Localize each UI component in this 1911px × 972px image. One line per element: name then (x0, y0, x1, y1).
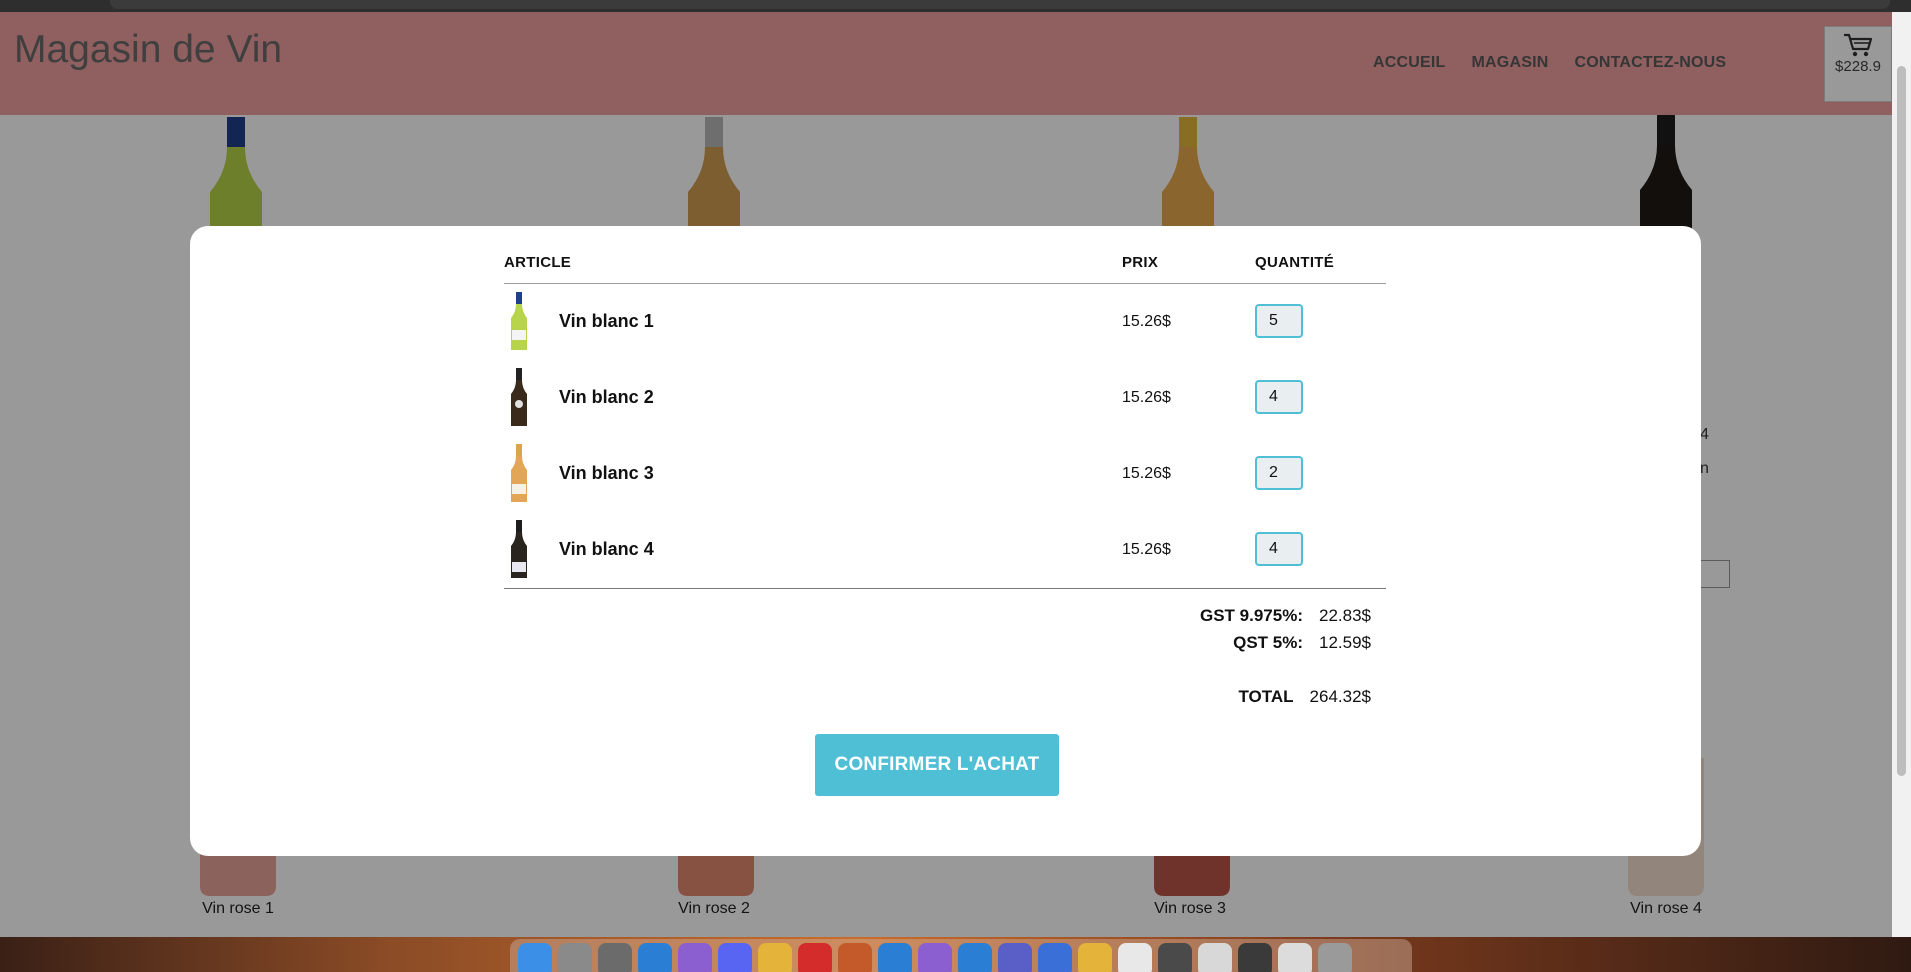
archive-icon[interactable] (838, 943, 872, 972)
trash-icon[interactable] (1318, 943, 1352, 972)
quantity-input[interactable] (1255, 304, 1303, 338)
header-quantity: QUANTITÉ (1255, 254, 1335, 271)
scrollbar-thumb[interactable] (1897, 66, 1906, 776)
wine-thumbnail (511, 520, 527, 578)
qst-label: QST 5%: (1233, 633, 1303, 652)
item-price: 15.26$ (1122, 313, 1171, 330)
vscode-icon-3[interactable] (958, 943, 992, 972)
chrome-icon[interactable] (758, 943, 792, 972)
item-price: 15.26$ (1122, 541, 1171, 558)
item-name: Vin blanc 1 (559, 311, 654, 331)
cart-table: ARTICLE PRIX QUANTITÉ Vin blanc 1 15.26$ (504, 250, 1386, 589)
cart-row: Vin blanc 2 15.26$ (504, 360, 1386, 436)
item-name: Vin blanc 2 (559, 387, 654, 407)
window-thumb-icon-4[interactable] (1278, 943, 1312, 972)
cart-modal: ARTICLE PRIX QUANTITÉ Vin blanc 1 15.26$ (190, 226, 1701, 856)
total-line: TOTAL 264.32$ (1238, 687, 1371, 707)
macos-dock (510, 939, 1412, 972)
header-price: PRIX (1122, 254, 1159, 271)
nordvpn-icon[interactable] (1038, 943, 1072, 972)
visual-studio-icon-2[interactable] (918, 943, 952, 972)
item-price: 15.26$ (1122, 465, 1171, 482)
browser-tab-strip (110, 0, 1890, 9)
acrobat-icon[interactable] (798, 943, 832, 972)
header-article: ARTICLE (504, 254, 572, 271)
qst-value: 12.59$ (1319, 633, 1371, 652)
item-name: Vin blanc 4 (559, 539, 654, 559)
total-value: 264.32$ (1309, 687, 1371, 706)
gst-label: GST 9.975%: (1200, 606, 1303, 625)
wine-thumbnail (511, 368, 527, 426)
cart-row: Vin blanc 4 15.26$ (504, 512, 1386, 588)
item-name: Vin blanc 3 (559, 463, 654, 483)
window-thumb-icon[interactable] (1158, 943, 1192, 972)
page-viewport: Magasin de Vin ACCUEIL MAGASIN CONTACTEZ… (0, 12, 1892, 937)
cart-rows: Vin blanc 1 15.26$ Vin blanc 2 15.26$ (504, 284, 1386, 589)
teams-icon[interactable] (998, 943, 1032, 972)
quantity-input[interactable] (1255, 532, 1303, 566)
qst-line: QST 5%: 12.59$ (1233, 633, 1371, 653)
notes-icon[interactable] (1118, 943, 1152, 972)
wine-thumbnail (511, 292, 527, 350)
finder-icon[interactable] (518, 943, 552, 972)
gst-line: GST 9.975%: 22.83$ (1200, 606, 1371, 626)
browser-top-bar (0, 0, 1911, 12)
chrome-icon-2[interactable] (1078, 943, 1112, 972)
gst-value: 22.83$ (1319, 606, 1371, 625)
page-scrollbar[interactable] (1892, 12, 1911, 937)
system-settings-icon[interactable] (598, 943, 632, 972)
quantity-input[interactable] (1255, 380, 1303, 414)
visual-studio-icon[interactable] (678, 943, 712, 972)
window-thumb-icon-2[interactable] (1198, 943, 1232, 972)
vscode-icon[interactable] (638, 943, 672, 972)
item-price: 15.26$ (1122, 389, 1171, 406)
cart-row: Vin blanc 3 15.26$ (504, 436, 1386, 512)
modal-backdrop[interactable]: ARTICLE PRIX QUANTITÉ Vin blanc 1 15.26$ (0, 12, 1892, 937)
cart-table-header: ARTICLE PRIX QUANTITÉ (504, 250, 1386, 284)
wine-thumbnail (511, 444, 527, 502)
vscode-icon-2[interactable] (878, 943, 912, 972)
quantity-input[interactable] (1255, 456, 1303, 490)
total-label: TOTAL (1238, 687, 1294, 706)
discord-icon[interactable] (718, 943, 752, 972)
window-thumb-icon-3[interactable] (1238, 943, 1272, 972)
confirm-purchase-button[interactable]: CONFIRMER L'ACHAT (815, 734, 1059, 796)
cart-row: Vin blanc 1 15.26$ (504, 284, 1386, 360)
launchpad-icon[interactable] (558, 943, 592, 972)
